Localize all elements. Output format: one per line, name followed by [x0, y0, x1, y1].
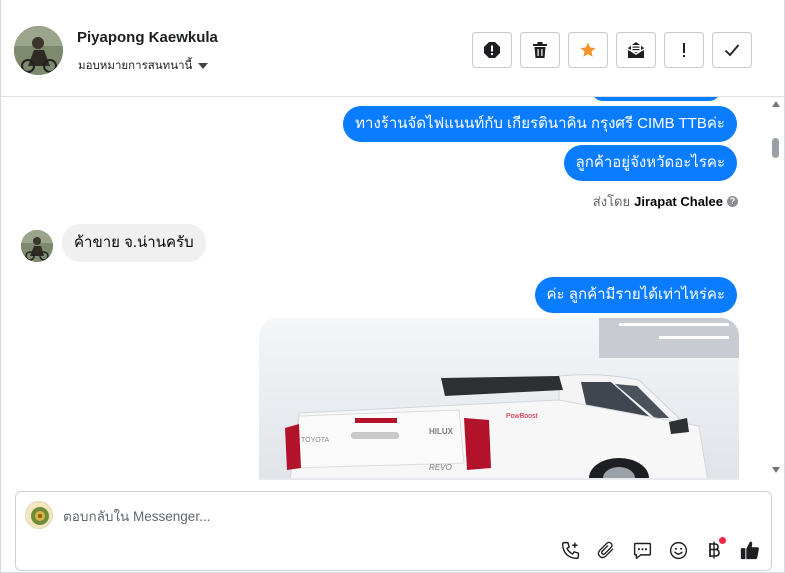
svg-text:TOYOTA: TOYOTA: [301, 437, 329, 444]
outgoing-message[interactable]: ทางร้านจัดไฟแนนท์กับ เกียรตินาคิน กรุงศร…: [343, 106, 737, 142]
avatar[interactable]: [14, 26, 63, 75]
previous-message-bubble: [591, 97, 721, 101]
star-icon: [580, 42, 596, 57]
attachment-icon: [597, 541, 614, 559]
svg-text:REVO: REVO: [429, 463, 452, 472]
notification-dot: [719, 537, 726, 544]
saved-replies-icon: [633, 542, 651, 559]
page-avatar: [25, 501, 53, 529]
assign-label: มอบหมายการสนทนานี้: [78, 60, 193, 72]
outgoing-message[interactable]: ค่ะ ลูกค้ามีรายได้เท่าไหร่คะ: [534, 277, 737, 313]
star-button[interactable]: [568, 32, 608, 68]
composer-toolbar: [559, 537, 761, 561]
reply-input[interactable]: [63, 506, 663, 526]
assign-conversation-dropdown[interactable]: มอบหมายการสนทนานี้: [78, 57, 209, 75]
like-button[interactable]: [739, 539, 761, 561]
avatar[interactable]: [21, 230, 53, 262]
conversation-actions: [472, 32, 752, 68]
baht-payment-icon: [709, 541, 720, 559]
scroll-down-arrow-icon[interactable]: [772, 467, 780, 473]
trash-icon: [533, 42, 547, 58]
call-add-icon: [561, 541, 579, 559]
conversation-header: Piyapong Kaewkula มอบหมายการสนทนานี้: [1, 0, 784, 97]
mark-unread-button[interactable]: [616, 32, 656, 68]
contact-name[interactable]: Piyapong Kaewkula: [77, 29, 218, 46]
follow-up-icon: [683, 43, 685, 57]
emoji-icon: [669, 541, 687, 559]
sent-by-name: Jirapat Chalee: [634, 194, 723, 209]
check-icon: [724, 44, 740, 57]
scroll-up-arrow-icon[interactable]: [772, 101, 780, 107]
sent-by-info: ส่งโดย Jirapat Chalee ?: [593, 191, 738, 212]
scroll-thumb[interactable]: [772, 138, 779, 158]
spam-button[interactable]: [472, 32, 512, 68]
add-call-button[interactable]: [559, 539, 581, 561]
photo-attachment[interactable]: TOYOTA HILUX PowBoost REVO: [259, 318, 739, 480]
delete-button[interactable]: [520, 32, 560, 68]
payment-button[interactable]: [703, 537, 726, 561]
saved-replies-button[interactable]: [631, 539, 653, 561]
inbox-conversation-panel: Piyapong Kaewkula มอบหมายการสนทนานี้ ทาง…: [0, 0, 785, 573]
spam-icon: [484, 42, 500, 58]
outgoing-message[interactable]: ลูกค้าอยู่จังหวัดอะไรคะ: [563, 145, 737, 181]
svg-text:HILUX: HILUX: [429, 427, 454, 436]
message-list: ทางร้านจัดไฟแนนท์กับ เกียรตินาคิน กรุงศร…: [1, 97, 784, 480]
message-scrollbar[interactable]: [768, 97, 784, 480]
follow-up-button[interactable]: [664, 32, 704, 68]
reply-composer: [15, 491, 772, 571]
pickup-truck-image: TOYOTA HILUX PowBoost REVO: [259, 318, 739, 480]
svg-text:PowBoost: PowBoost: [506, 413, 538, 420]
caret-down-icon: [198, 63, 209, 69]
done-button[interactable]: [712, 32, 752, 68]
mark-unread-icon: [627, 42, 645, 58]
sent-by-prefix: ส่งโดย: [592, 194, 631, 209]
help-icon[interactable]: ?: [727, 196, 738, 207]
emoji-button[interactable]: [667, 539, 689, 561]
like-icon: [740, 541, 759, 560]
attach-file-button[interactable]: [595, 539, 617, 561]
incoming-message[interactable]: ค้าขาย จ.น่านครับ: [62, 224, 206, 262]
